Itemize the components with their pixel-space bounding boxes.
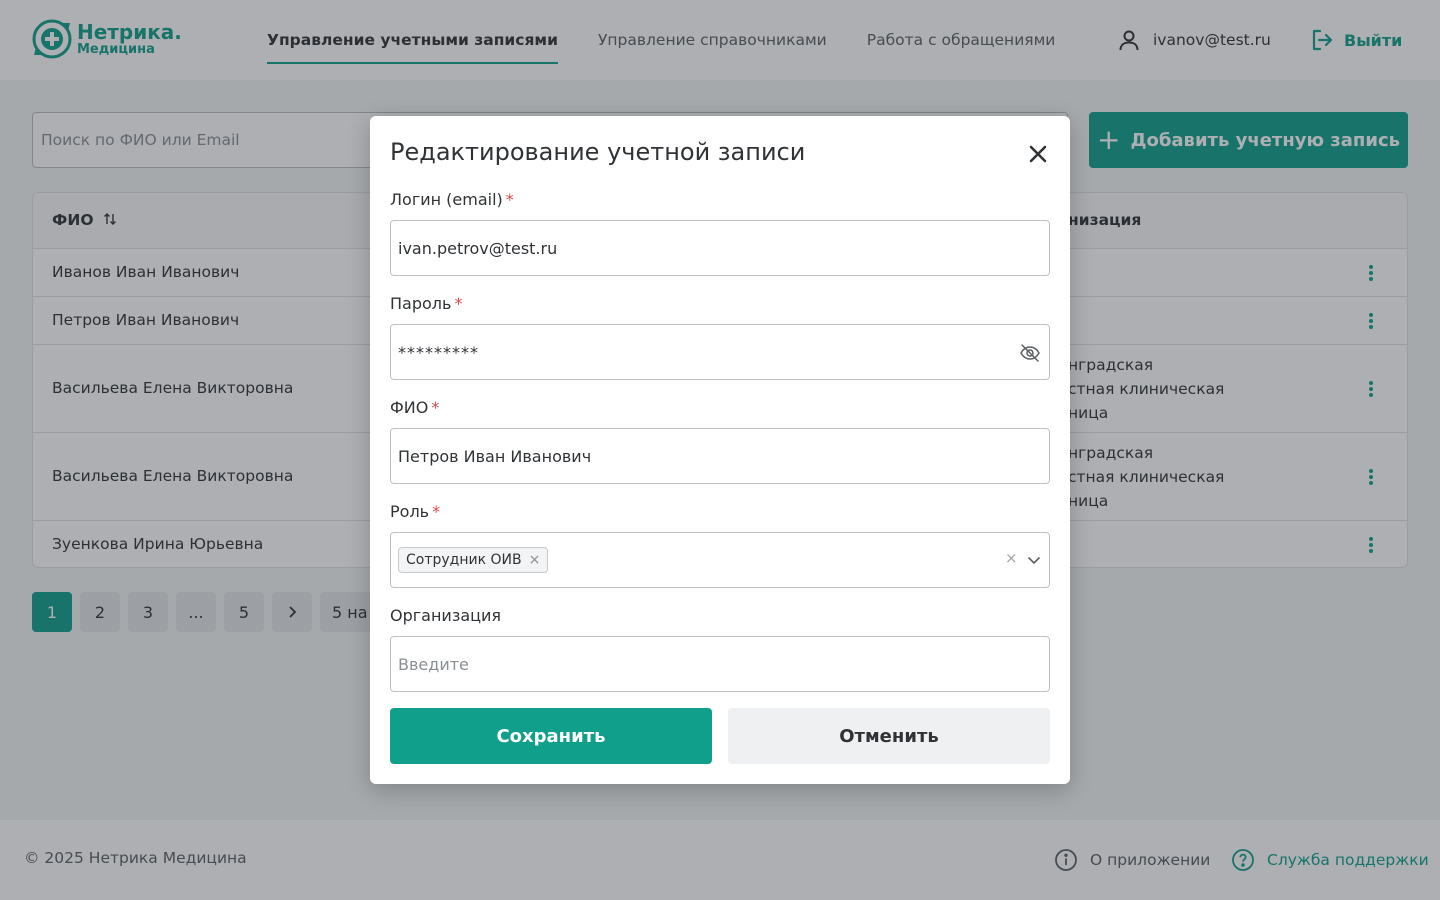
edit-account-dialog: Редактирование учетной записи Логин (ema… — [370, 116, 1070, 784]
role-label-text: Роль — [390, 502, 430, 521]
login-label-text: Логин (email) — [390, 190, 503, 209]
required-mark: * — [505, 190, 514, 209]
organization-label: Организация — [390, 606, 501, 625]
dialog-title: Редактирование учетной записи — [390, 138, 806, 166]
clear-icon[interactable]: × — [1005, 549, 1018, 567]
password-field[interactable]: ********* — [390, 324, 1050, 380]
cancel-button[interactable]: Отменить — [728, 708, 1050, 764]
organization-field[interactable]: Введите — [390, 636, 1050, 692]
role-label: Роль * — [390, 502, 440, 521]
fio-label-text: ФИО — [390, 398, 429, 417]
eye-off-icon[interactable] — [1019, 342, 1041, 364]
chevron-down-icon[interactable] — [1025, 551, 1043, 569]
chip-remove-icon[interactable]: × — [529, 552, 541, 568]
login-label: Логин (email) * — [390, 190, 514, 209]
login-value: ivan.petrov@test.ru — [398, 238, 558, 258]
role-chip-label: Сотрудник ОИВ — [406, 552, 522, 568]
fio-value: Петров Иван Иванович — [398, 446, 592, 466]
required-mark: * — [432, 502, 441, 521]
close-icon[interactable] — [1024, 140, 1052, 168]
login-field[interactable]: ivan.petrov@test.ru — [390, 220, 1050, 276]
organization-placeholder: Введите — [398, 654, 469, 674]
fio-field[interactable]: Петров Иван Иванович — [390, 428, 1050, 484]
required-mark: * — [431, 398, 440, 417]
password-value: ********* — [398, 342, 479, 362]
organization-label-text: Организация — [390, 606, 502, 625]
fio-label: ФИО * — [390, 398, 439, 417]
role-chip: Сотрудник ОИВ × — [398, 547, 549, 573]
password-label: Пароль * — [390, 294, 462, 313]
save-button[interactable]: Сохранить — [390, 708, 712, 764]
required-mark: * — [454, 294, 463, 313]
role-select[interactable]: Сотрудник ОИВ × × — [390, 532, 1050, 588]
password-label-text: Пароль — [390, 294, 452, 313]
